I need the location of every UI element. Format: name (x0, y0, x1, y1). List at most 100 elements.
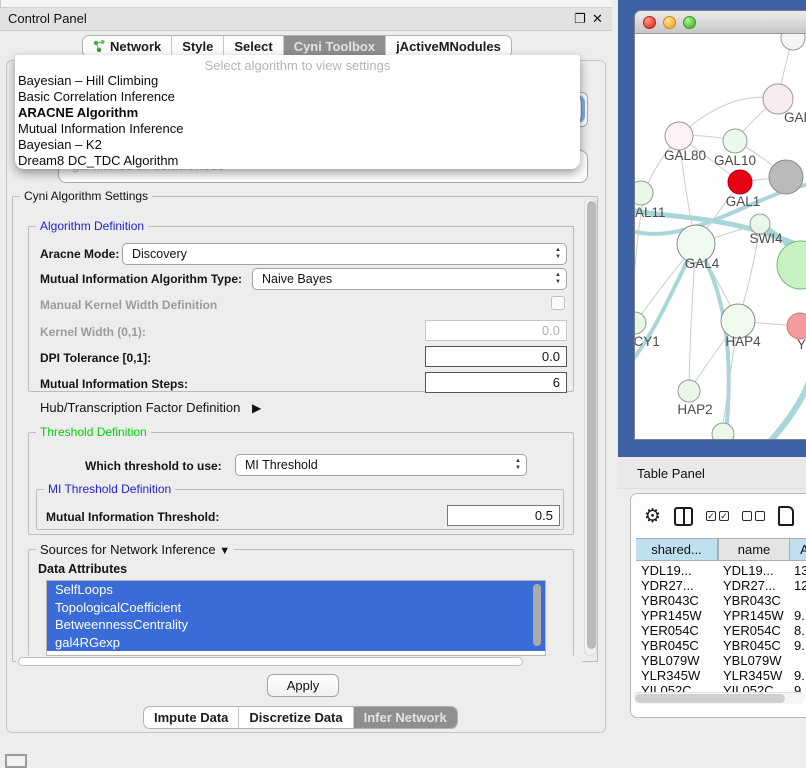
attributes-scrollbar-thumb[interactable] (533, 584, 541, 646)
table-cell[interactable]: YER054C (723, 623, 781, 638)
network-node-gal11[interactable] (635, 181, 653, 205)
settings-hscrollbar-track[interactable] (16, 656, 582, 668)
network-node-gal1[interactable] (728, 170, 752, 194)
table-cell[interactable]: YLR345W (723, 668, 782, 683)
algorithm-option[interactable]: Mutual Information Inference (15, 121, 580, 137)
table-cell[interactable]: YBL079W (641, 653, 700, 668)
table-hscrollbar-thumb[interactable] (635, 694, 785, 703)
kernel-width-field[interactable]: 0.0 (425, 320, 567, 341)
network-node-gcy1[interactable] (635, 312, 646, 334)
network-node[interactable] (777, 241, 806, 289)
settings-scrollbar-thumb[interactable] (587, 201, 596, 649)
attribute-item[interactable]: SelfLoops (47, 581, 545, 599)
network-node[interactable] (712, 423, 734, 440)
network-node[interactable] (781, 34, 805, 50)
table-cell[interactable]: YDL19... (641, 563, 692, 578)
tab-select[interactable]: Select (223, 36, 282, 57)
minimized-panel-icon[interactable] (5, 754, 27, 768)
float-window-icon[interactable]: ❐ (574, 11, 586, 27)
algorithm-popup-placeholder: Select algorithm to view settings (15, 55, 580, 73)
column-header-name[interactable]: name (718, 538, 790, 561)
tab-cyni-toolbox[interactable]: Cyni Toolbox (283, 36, 385, 57)
tab-discretize-data[interactable]: Discretize Data (238, 707, 352, 728)
table-cell[interactable]: YER054C (641, 623, 699, 638)
tab-infer-network[interactable]: Infer Network (353, 707, 457, 728)
mi-algorithm-type-combo[interactable]: Naive Bayes ▲▼ (252, 268, 567, 290)
data-attributes-label: Data Attributes (38, 562, 127, 576)
table-cell[interactable]: YPR145W (723, 608, 784, 623)
tab-style[interactable]: Style (171, 36, 223, 57)
network-node-gal10[interactable] (723, 129, 747, 153)
settings-scrollbar-track[interactable] (584, 198, 597, 656)
network-node[interactable] (769, 160, 803, 194)
tab-network[interactable]: Network (83, 36, 171, 57)
table-cell[interactable]: YPR145W (641, 608, 702, 623)
tab-impute-data[interactable]: Impute Data (144, 707, 238, 728)
table-cell[interactable]: 8. (794, 623, 805, 638)
data-attributes-list[interactable]: SelfLoops TopologicalCoefficient Between… (46, 580, 546, 656)
algorithm-option-selected[interactable]: ARACNE Algorithm (15, 105, 580, 121)
table-cell[interactable]: YBR043C (641, 593, 699, 608)
table-panel-title: Table Panel (637, 466, 705, 481)
tab-jactivemnodules[interactable]: jActiveMNodules (385, 36, 511, 57)
table-cell[interactable]: 9. (794, 638, 805, 653)
table-cell[interactable]: YBR045C (723, 638, 781, 653)
algorithm-option[interactable]: Bayesian – K2 (15, 137, 580, 153)
close-traffic-light[interactable] (643, 16, 656, 29)
network-node-hap2[interactable] (678, 380, 700, 402)
table-cell[interactable]: 9. (794, 668, 805, 683)
table-cell[interactable]: YLR345W (641, 668, 700, 683)
sources-title[interactable]: Sources for Network Inference ▼ (36, 542, 234, 557)
algorithm-option[interactable]: Bayesian – Hill Climbing (15, 73, 580, 89)
dpi-tolerance-label: DPI Tolerance [0,1]: (40, 351, 151, 365)
node-label: GAL1 (726, 194, 761, 209)
manual-kernel-width-checkbox[interactable] (551, 296, 565, 310)
close-icon[interactable]: ✕ (592, 11, 603, 27)
network-graph[interactable]: GAL GAL80 GAL10 GAL1 GAL11 GAL4 SWI4 GCY… (635, 34, 806, 440)
mi-steps-field[interactable]: 6 (425, 372, 567, 393)
algorithm-dropdown-popup: Select algorithm to view settings Bayesi… (15, 55, 580, 169)
table-cell[interactable]: 12 (794, 578, 806, 593)
which-threshold-combo[interactable]: MI Threshold ▲▼ (235, 454, 527, 476)
network-node[interactable] (787, 313, 806, 339)
table-cell[interactable]: 9. (794, 608, 805, 623)
dpi-tolerance-field[interactable]: 0.0 (425, 346, 567, 367)
kernel-width-label: Kernel Width (0,1): (40, 325, 146, 339)
tab-label: Network (110, 39, 161, 54)
table-cell[interactable]: YBL079W (723, 653, 782, 668)
table-cell[interactable]: YBR043C (723, 593, 781, 608)
gear-icon[interactable]: ⚙ (644, 505, 661, 528)
node-label: GAL4 (685, 256, 720, 271)
algorithm-option[interactable]: Dream8 DC_TDC Algorithm (15, 153, 580, 169)
network-node-gal80[interactable] (665, 122, 693, 150)
settings-hscrollbar-thumb[interactable] (18, 657, 523, 666)
table-cell[interactable]: YDL19... (723, 563, 774, 578)
table-panel-window: ⚙ ✓ ✓ shared... name A YDL19... YDL19...… (630, 493, 806, 718)
column-layout-icon[interactable] (674, 507, 693, 526)
table-cell[interactable]: YDR27... (641, 578, 694, 593)
top-strip (0, 0, 612, 7)
network-window-titlebar[interactable] (635, 11, 806, 34)
apply-button[interactable]: Apply (267, 674, 339, 697)
manual-kernel-width-label: Manual Kernel Width Definition (40, 298, 217, 312)
table-cell[interactable]: 13 (794, 563, 806, 578)
table-hscrollbar-track[interactable] (633, 692, 805, 704)
network-node-hap4[interactable] (721, 304, 755, 338)
deselect-all-columns-icon[interactable] (742, 511, 765, 521)
attribute-item[interactable]: BetweennessCentrality (47, 616, 545, 634)
attribute-item[interactable]: TopologicalCoefficient (47, 599, 545, 617)
select-all-columns-icon[interactable]: ✓ ✓ (706, 511, 729, 521)
minimize-traffic-light[interactable] (663, 16, 676, 29)
algorithm-option[interactable]: Basic Correlation Inference (15, 89, 580, 105)
column-header-shared-name[interactable]: shared... (636, 538, 718, 561)
table-cell[interactable]: YBR045C (641, 638, 699, 653)
mi-algorithm-type-label: Mutual Information Algorithm Type: (40, 272, 242, 286)
mi-threshold-field[interactable]: 0.5 (447, 505, 560, 526)
table-cell[interactable]: YDR27... (723, 578, 776, 593)
column-header-third[interactable]: A (790, 538, 806, 561)
zoom-traffic-light[interactable] (683, 16, 696, 29)
attribute-item[interactable]: gal4RGexp (47, 634, 545, 652)
hub-tf-expander[interactable]: Hub/Transcription Factor Definition ▶ (40, 400, 261, 415)
aracne-mode-combo[interactable]: Discovery ▲▼ (122, 243, 567, 265)
export-table-icon[interactable] (778, 506, 794, 526)
